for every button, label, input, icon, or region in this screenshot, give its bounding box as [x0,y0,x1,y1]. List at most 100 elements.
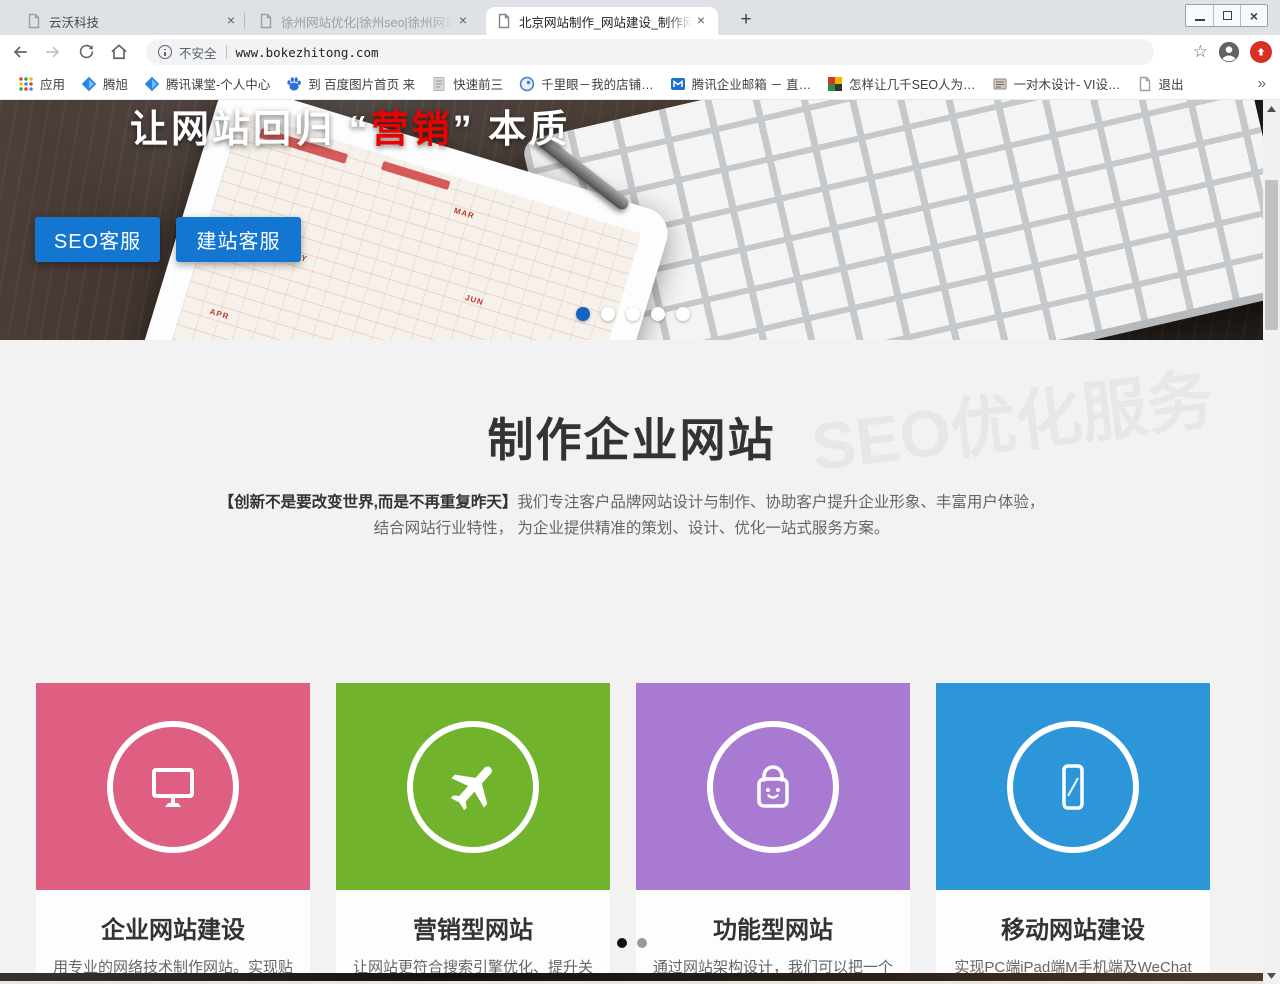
page-favicon-icon [26,13,42,29]
minimize-button[interactable] [1186,5,1213,26]
hero-quote-open: “ [349,109,371,151]
scrollbar-thumb[interactable] [1265,180,1278,330]
bookmark-apps[interactable]: 应用 [10,71,73,96]
vertical-scrollbar[interactable] [1263,100,1280,984]
new-tab-button[interactable]: + [733,8,759,34]
carousel-dot-4[interactable] [651,307,665,321]
carousel-dot-2[interactable] [601,307,615,321]
bookmark-tencent-classroom[interactable]: 腾讯课堂-个人中心 [136,71,278,96]
blue-diamond-icon [81,76,97,92]
build-service-button[interactable]: 建站客服 [176,217,301,262]
bookmark-baidu-images[interactable]: 到 百度图片首页 来 [278,71,423,96]
tab-beijing-website-active[interactable]: 北京网站制作_网站建设_制作网 × [486,7,718,35]
card-mobile-website[interactable]: 移动网站建设 实现PC端iPad端M手机端及WeChat微信端多平台的浏览方式，… [936,683,1210,973]
tab-separator [244,13,245,29]
arrow-down-icon [1267,973,1276,979]
card-marketing-website[interactable]: 营销型网站 让网站更符合搜索引擎优化、提升关键词排名。用更具吸引力的内容呈现、让… [336,683,610,973]
services-section: SEO优化服务 制作企业网站 【创新不是要改变世界,而是不再重复昨天】我们专注客… [0,340,1263,973]
browser-update-button[interactable] [1250,41,1272,63]
calendar-month-label: APR [209,307,231,321]
card-image-area [336,683,610,890]
icon-ring [407,721,539,853]
bookmark-label: 腾讯企业邮箱 － 直… [692,74,811,93]
page-favicon-icon [496,13,512,29]
bookmark-label: 快速前三 [453,74,503,93]
forward-icon [43,42,63,62]
calendar-month-label: JUN [464,293,485,307]
toolbar-right-cluster: ☆ [1193,35,1272,68]
security-label[interactable]: 不安全 [179,43,217,62]
tab-title: 徐州网站优化|徐州seo|徐州网站 [281,12,454,31]
card-image-area [636,683,910,890]
tab-yunwo[interactable]: 云沃科技 × [16,7,248,35]
intro-lead: 【创新不是要改变世界,而是不再重复昨天】 [219,494,518,511]
card-description: 让网站更符合搜索引擎优化、提升关键词排名。用更具吸引力的内容呈现、让访问更友好；… [350,957,596,973]
hero-button-group: SEO客服 建站客服 [35,217,301,262]
tab-xuzhou-seo[interactable]: 徐州网站优化|徐州seo|徐州网站 × [248,7,480,35]
close-icon: × [1250,9,1258,23]
info-icon[interactable] [158,45,172,59]
card-description: 用专业的网络技术制作网站。实现贴近用户体验、简单大方、一目了然、直奔主题的网站设… [50,957,296,973]
close-button[interactable]: × [1240,5,1267,26]
arrow-up-icon [1255,46,1267,58]
back-button[interactable] [7,39,33,65]
service-cards-row: 企业网站建设 用专业的网络技术制作网站。实现贴近用户体验、简单大方、一目了然、直… [36,683,1210,973]
tab-title: 云沃科技 [49,12,222,31]
tab-close-icon[interactable]: × [222,12,240,30]
home-button[interactable] [106,39,132,65]
hero-title-prefix: 让网站回归 [130,109,335,151]
bookmark-qianliyan[interactable]: 千里眼－我的店铺… [511,71,662,96]
profile-avatar[interactable] [1218,41,1240,63]
bookmark-seo-article[interactable]: 怎样让几千SEO人为… [819,71,983,96]
bookmark-yiduimu-design[interactable]: 一对木设计- VI设… [984,71,1129,96]
bookmark-tencent-exmail[interactable]: 腾讯企业邮箱 － 直… [662,71,819,96]
card-description: 通过网站架构设计，我们可以把一个复杂的系统划分为一套更简单的子系统的集合，并与整… [650,957,896,973]
bookmark-tengxu[interactable]: 腾旭 [73,71,136,96]
card-body: 营销型网站 让网站更符合搜索引擎优化、提升关键词排名。用更具吸引力的内容呈现、让… [336,890,610,973]
icon-ring [107,721,239,853]
omnibox-divider [226,45,227,59]
address-bar[interactable]: 不安全 www.bokezhitong.com [146,39,1154,65]
scroll-up-button[interactable] [1263,100,1280,117]
url-text[interactable]: www.bokezhitong.com [236,45,379,60]
bookmark-label: 到 百度图片首页 来 [308,74,415,93]
mail-icon [670,76,686,92]
restore-button[interactable] [1213,5,1240,26]
scroll-down-button[interactable] [1263,967,1280,984]
card-image-area [36,683,310,890]
back-icon [10,42,30,62]
colorful-site-icon [827,76,843,92]
forward-button[interactable] [40,39,66,65]
card-functional-website[interactable]: 功能型网站 通过网站架构设计，我们可以把一个复杂的系统划分为一套更简单的子系统的… [636,683,910,973]
hero-banner: MAR MAY APR JUN AUG SEP DEC 让网站回归 “营销” 本… [0,100,1263,340]
cards-pager-dots [0,938,1263,948]
carousel-dot-1[interactable] [576,307,590,321]
carousel-dot-3[interactable] [626,307,640,321]
pager-dot-2[interactable] [637,938,647,948]
tab-close-icon[interactable]: × [454,12,472,30]
card-body: 功能型网站 通过网站架构设计，我们可以把一个复杂的系统划分为一套更简单的子系统的… [636,890,910,973]
tab-close-icon[interactable]: × [692,12,710,30]
bookmark-kuaisu[interactable]: 快速前三 [423,71,511,96]
carousel-dot-5[interactable] [676,307,690,321]
bookmark-star-icon[interactable]: ☆ [1193,42,1208,62]
browser-toolbar: 不安全 www.bokezhitong.com ☆ [0,35,1280,68]
bookmark-logout[interactable]: 退出 [1129,71,1192,96]
bookmark-label: 退出 [1159,74,1184,93]
home-icon [109,42,129,62]
baidu-paw-icon [286,76,302,92]
page-viewport: MAR MAY APR JUN AUG SEP DEC 让网站回归 “营销” 本… [0,100,1280,984]
seo-service-button[interactable]: SEO客服 [35,217,160,262]
card-body: 企业网站建设 用专业的网络技术制作网站。实现贴近用户体验、简单大方、一目了然、直… [36,890,310,973]
icon-ring [707,721,839,853]
reload-icon [77,42,96,61]
monitor-icon [141,755,205,819]
card-corporate-website[interactable]: 企业网站建设 用专业的网络技术制作网站。实现贴近用户体验、简单大方、一目了然、直… [36,683,310,973]
reload-button[interactable] [73,39,99,65]
bookmarks-overflow-chevron[interactable]: » [1258,75,1266,92]
page-favicon-icon [258,13,274,29]
pager-dot-1[interactable] [617,938,627,948]
card-image-area [936,683,1210,890]
bookmark-label: 一对木设计- VI设… [1014,74,1121,93]
bookmark-label: 腾讯课堂-个人中心 [166,74,270,93]
